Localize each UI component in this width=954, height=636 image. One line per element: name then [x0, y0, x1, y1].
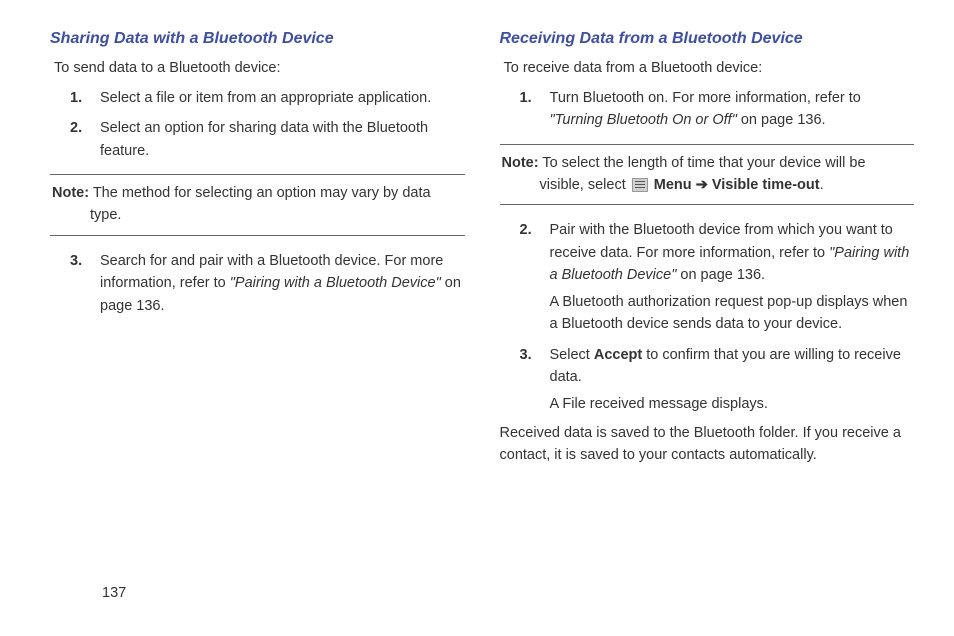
- step-item: Search for and pair with a Bluetooth dev…: [50, 250, 465, 317]
- step-text: on page 136.: [676, 267, 765, 283]
- step-sub-text: A Bluetooth authorization request pop-up…: [550, 291, 915, 336]
- menu-label: Menu: [650, 177, 696, 193]
- reference-link: "Pairing with a Bluetooth Device": [230, 275, 441, 291]
- closing-text: Received data is saved to the Bluetooth …: [500, 423, 915, 467]
- step-list-receiving: Turn Bluetooth on. For more information,…: [500, 87, 915, 132]
- note-body: The method for selecting an option may v…: [89, 185, 430, 223]
- note-block: Note: To select the length of time that …: [500, 144, 915, 206]
- step-list-receiving-cont: Pair with the Bluetooth device from whic…: [500, 219, 915, 415]
- right-column: Receiving Data from a Bluetooth Device T…: [500, 30, 915, 467]
- menu-icon: [632, 178, 648, 192]
- section-heading-sharing: Sharing Data with a Bluetooth Device: [50, 30, 465, 48]
- intro-text: To receive data from a Bluetooth device:: [504, 58, 915, 79]
- period: .: [820, 177, 824, 193]
- step-sub-text: A File received message displays.: [550, 393, 915, 415]
- step-list-sharing: Select a file or item from an appropriat…: [50, 87, 465, 162]
- section-heading-receiving: Receiving Data from a Bluetooth Device: [500, 30, 915, 48]
- step-item: Select an option for sharing data with t…: [50, 117, 465, 162]
- page-number: 137: [102, 585, 126, 601]
- step-text: Select: [550, 347, 594, 363]
- note-label: Note:: [52, 185, 89, 201]
- step-text: on page 136.: [737, 112, 826, 128]
- step-text: Turn Bluetooth on. For more information,…: [550, 90, 861, 106]
- step-item: Select Accept to confirm that you are wi…: [500, 344, 915, 415]
- note-block: Note: The method for selecting an option…: [50, 174, 465, 236]
- left-column: Sharing Data with a Bluetooth Device To …: [50, 30, 465, 467]
- step-item: Turn Bluetooth on. For more information,…: [500, 87, 915, 132]
- note-label: Note:: [502, 155, 539, 171]
- step-list-sharing-cont: Search for and pair with a Bluetooth dev…: [50, 250, 465, 317]
- arrow-icon: ➔: [696, 177, 708, 193]
- step-item: Pair with the Bluetooth device from whic…: [500, 219, 915, 335]
- intro-text: To send data to a Bluetooth device:: [54, 58, 465, 79]
- step-item: Select a file or item from an appropriat…: [50, 87, 465, 109]
- accept-label: Accept: [594, 347, 642, 363]
- reference-link: "Turning Bluetooth On or Off": [550, 112, 737, 128]
- visible-timeout-label: Visible time-out: [708, 177, 820, 193]
